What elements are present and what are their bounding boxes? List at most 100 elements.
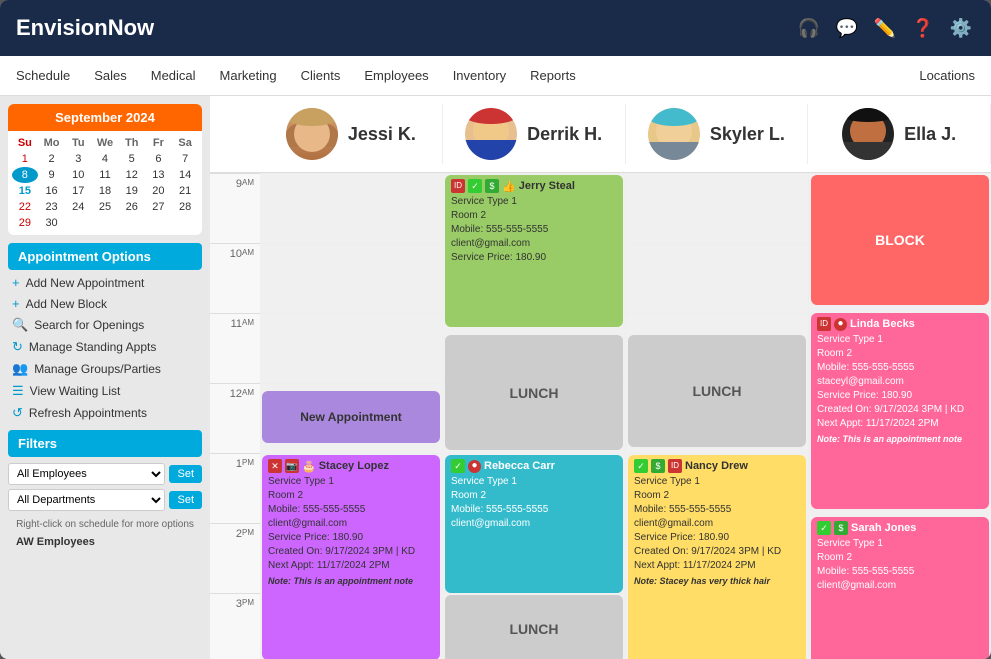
filter-section: All Employees Set All Departments Set Ri…	[8, 463, 202, 550]
employee-filter-select[interactable]: All Employees	[8, 463, 165, 485]
cal-day[interactable]: 27	[146, 199, 172, 215]
cal-day[interactable]: 10	[65, 167, 91, 183]
time-row	[626, 173, 808, 243]
cal-day[interactable]: 4	[92, 151, 118, 167]
cal-day[interactable]: 28	[172, 199, 198, 215]
calendar-week2: 8 9 10 11 12 13 14	[12, 167, 198, 183]
cal-day[interactable]: 13	[146, 167, 172, 183]
cal-wed: We	[92, 135, 118, 151]
client-name: Stacey Lopez	[319, 460, 389, 472]
time-12pm: 12AM	[210, 383, 260, 453]
cal-day[interactable]: 9	[39, 167, 65, 183]
cal-day[interactable]: 29	[12, 215, 38, 231]
appt-note: Note: Stacey has very thick hair	[634, 575, 800, 588]
question-icon[interactable]: ❓	[909, 14, 937, 42]
repeat-icon: ↻	[12, 339, 23, 355]
cal-day[interactable]: 26	[119, 199, 145, 215]
appt-sarah-jones[interactable]: ✓ $ Sarah Jones Service Type 1 Room 2 Mo…	[811, 517, 989, 659]
created: Created On: 9/17/2024 3PM | KD	[817, 403, 983, 417]
cal-day[interactable]: 17	[65, 183, 91, 199]
staff-col-derrik: Derrik H.	[443, 104, 626, 164]
email: client@gmail.com	[268, 517, 434, 531]
appt-body: Service Type 1 Room 2 Mobile: 555-555-55…	[451, 195, 617, 265]
logo-text: EnvisionNow	[16, 15, 154, 40]
appt-lunch-skyler: LUNCH	[628, 335, 806, 447]
cal-day[interactable]: 16	[39, 183, 65, 199]
room: Room 2	[634, 489, 800, 503]
staff-col-0: New Appointment ✕ 📷 🎂 Stacey Lopez	[260, 173, 443, 659]
nav-schedule[interactable]: Schedule	[16, 60, 70, 91]
cal-tue: Tu	[65, 135, 91, 151]
appt-nancy-drew[interactable]: ✓ $ ID Nancy Drew Service Type 1 Room 2 …	[628, 455, 806, 659]
appt-stacey-lopez[interactable]: ✕ 📷 🎂 Stacey Lopez Service Type 1 Room 2…	[262, 455, 440, 659]
gear-icon[interactable]: ⚙️	[947, 14, 975, 42]
headset-icon[interactable]: 🎧	[795, 14, 823, 42]
cal-day[interactable]: 12	[119, 167, 145, 183]
staff-name-skyler: Skyler L.	[710, 124, 785, 145]
manage-standing-option[interactable]: ↻ Manage Standing Appts	[0, 336, 210, 358]
cal-day[interactable]: 30	[39, 215, 65, 231]
time-row	[260, 313, 442, 383]
service-type: Service Type 1	[451, 195, 617, 209]
view-waiting-option[interactable]: ☰ View Waiting List	[0, 380, 210, 402]
mobile: Mobile: 555-555-5555	[268, 503, 434, 517]
cal-day[interactable]: 18	[92, 183, 118, 199]
refresh-icon: ↺	[12, 405, 23, 421]
staff-header: Jessi K. Derrik H.	[210, 96, 991, 173]
time-gutter-header	[210, 104, 260, 164]
nav-locations[interactable]: Locations	[919, 60, 975, 91]
nav-clients[interactable]: Clients	[301, 60, 341, 91]
nav-inventory[interactable]: Inventory	[453, 60, 506, 91]
add-new-appointment-option[interactable]: + Add New Appointment	[0, 272, 210, 293]
appt-jerry-steal[interactable]: ID ✓ $ 👍 Jerry Steal Service Type 1 Room…	[445, 175, 623, 327]
cal-day[interactable]: 22	[12, 199, 38, 215]
nav-employees[interactable]: Employees	[364, 60, 428, 91]
cal-day[interactable]: 1	[12, 151, 38, 167]
department-filter-set-button[interactable]: Set	[169, 491, 202, 509]
nav-medical[interactable]: Medical	[151, 60, 196, 91]
calendar-week3: 15 16 17 18 19 20 21	[12, 183, 198, 199]
chat-icon[interactable]: 💬	[833, 14, 861, 42]
add-new-block-option[interactable]: + Add New Block	[0, 293, 210, 314]
cal-day[interactable]: 3	[65, 151, 91, 167]
nav-reports[interactable]: Reports	[530, 60, 576, 91]
nav-sales[interactable]: Sales	[94, 60, 127, 91]
time-10am: 10AM	[210, 243, 260, 313]
aw-employees-label: AW Employees	[8, 534, 202, 550]
employee-filter-set-button[interactable]: Set	[169, 465, 202, 483]
client-name: Jerry Steal	[519, 180, 575, 192]
edit-icon[interactable]: ✏️	[871, 14, 899, 42]
add-new-block-label: Add New Block	[26, 297, 107, 311]
manage-groups-option[interactable]: 👥 Manage Groups/Parties	[0, 358, 210, 380]
price: Service Price: 180.90	[268, 531, 434, 545]
sidebar-hint: Right-click on schedule for more options	[8, 515, 202, 534]
cal-day-15[interactable]: 15	[12, 183, 38, 199]
refresh-option[interactable]: ↺ Refresh Appointments	[0, 402, 210, 424]
cal-day[interactable]: 7	[172, 151, 198, 167]
mobile: Mobile: 555-555-5555	[451, 223, 617, 237]
cal-day[interactable]: 20	[146, 183, 172, 199]
appt-linda-becks[interactable]: ID ● Linda Becks Service Type 1 Room 2 M…	[811, 313, 989, 509]
email: client@gmail.com	[451, 517, 617, 531]
email: client@gmail.com	[817, 579, 983, 593]
appt-rebecca-carr[interactable]: ✓ ● Rebecca Carr Service Type 1 Room 2 M…	[445, 455, 623, 593]
nav-marketing[interactable]: Marketing	[220, 60, 277, 91]
department-filter-select[interactable]: All Departments	[8, 489, 165, 511]
cal-day[interactable]: 2	[39, 151, 65, 167]
cake-icon: 🎂	[302, 460, 316, 473]
cal-day[interactable]: 5	[119, 151, 145, 167]
cal-day[interactable]: 19	[119, 183, 145, 199]
cal-day[interactable]: 24	[65, 199, 91, 215]
cal-day[interactable]: 14	[172, 167, 198, 183]
time-column: 9AM 10AM 11AM 12AM 1PM 2PM 3PM 4PM 5PM 6…	[210, 173, 260, 659]
cal-day[interactable]: 6	[146, 151, 172, 167]
cal-day[interactable]: 23	[39, 199, 65, 215]
cal-day[interactable]: 25	[92, 199, 118, 215]
search-openings-option[interactable]: 🔍 Search for Openings	[0, 314, 210, 336]
cal-day[interactable]: 21	[172, 183, 198, 199]
cal-day[interactable]: 11	[92, 167, 118, 183]
appt-new-appointment[interactable]: New Appointment	[262, 391, 440, 443]
cal-day-8[interactable]: 8	[12, 167, 38, 183]
green-check-icon: ✓	[634, 459, 648, 473]
view-waiting-label: View Waiting List	[30, 384, 121, 398]
